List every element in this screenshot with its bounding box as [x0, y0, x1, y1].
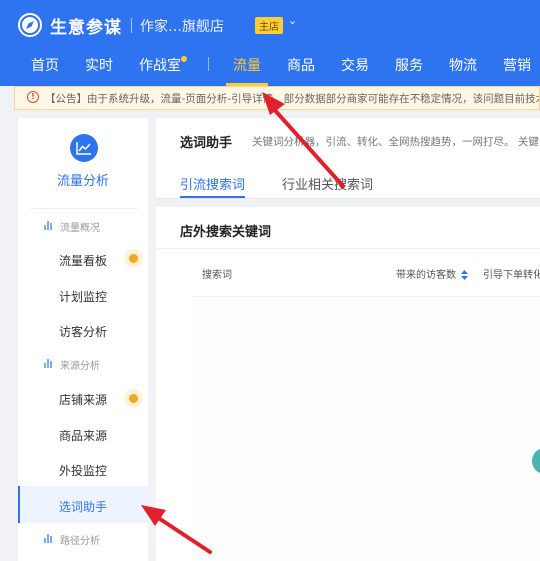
sidebar-item-visitor-analysis[interactable]: 访客分析	[59, 323, 107, 340]
sidebar-item-store-source[interactable]: 店铺来源	[59, 391, 107, 408]
nav-item-traffic[interactable]: 流量	[233, 55, 261, 75]
sidebar-item-dot	[124, 249, 143, 268]
sidebar-item-plan-monitor[interactable]: 计划监控	[59, 288, 107, 305]
nav-notification-dot	[181, 56, 187, 62]
sidebar-item-traffic-dashboard[interactable]: 流量看板	[59, 252, 107, 269]
chevron-down-icon[interactable]: ⌄	[288, 14, 297, 27]
sidebar-group-source-analysis: 来源分析	[60, 361, 100, 372]
line-chart-icon	[70, 134, 98, 162]
tab-industry-search-terms[interactable]: 行业相关搜索词	[282, 174, 373, 193]
top-header: 生意参谋 作家…旗舰店 主店 ⌄ 首页 实时 作战室 流量 商品 交易 服务 物…	[0, 0, 540, 86]
column-header-search-term[interactable]: 搜索词	[202, 266, 232, 281]
announcement-bar: ! 【公告】由于系统升级，流量-页面分析-引导详情，部分数据部分商家可能存在不稳…	[14, 86, 540, 110]
table-body	[192, 298, 540, 561]
section-divider	[156, 248, 540, 249]
brand-divider	[131, 18, 132, 33]
table-header-divider	[192, 296, 540, 297]
sidebar-item-product-source[interactable]: 商品来源	[59, 427, 107, 444]
compass-logo-icon[interactable]	[18, 13, 42, 37]
nav-item-home[interactable]: 首页	[31, 55, 59, 75]
main-panel: 选词助手 关键词分析器，引流、转化、全网热搜趋势，一网打尽。 关键词 引流搜索词…	[156, 118, 540, 561]
sort-icon[interactable]	[461, 270, 469, 280]
column-header-label: 带来的访客数	[396, 270, 456, 281]
bar-chart-icon	[44, 221, 53, 230]
nav-item-marketing[interactable]: 营销	[503, 55, 531, 75]
nav-item-logistics[interactable]: 物流	[449, 55, 477, 75]
sidebar-item-external-monitor[interactable]: 外投监控	[59, 462, 107, 479]
bar-chart-icon	[44, 359, 53, 368]
nav-item-products[interactable]: 商品	[287, 55, 315, 75]
warning-icon: !	[27, 91, 39, 103]
announcement-text[interactable]: 【公告】由于系统升级，流量-页面分析-引导详情，部分数据部分商家可能存在不稳定情…	[45, 91, 539, 106]
sidebar-title: 流量分析	[56, 174, 109, 189]
tab-traffic-search-terms[interactable]: 引流搜索词	[180, 174, 245, 193]
nav-item-war-room[interactable]: 作战室	[139, 55, 181, 75]
shop-badge: 主店	[255, 17, 283, 34]
nav-item-transactions[interactable]: 交易	[341, 55, 369, 75]
sidebar-divider	[30, 208, 138, 209]
page-description: 关键词分析器，引流、转化、全网热搜趋势，一网打尽。 关键词	[252, 136, 540, 148]
sidebar-item-label: 选词助手	[59, 500, 108, 514]
app-brand[interactable]: 生意参谋	[50, 13, 122, 38]
nav-divider	[208, 57, 209, 71]
sidebar-group-path-analysis: 路径分析	[60, 536, 100, 547]
sidebar: 流量分析 流量概况 流量看板 计划监控 访客分析 来源分析 店铺来源 商品来源 …	[18, 118, 148, 561]
shop-name[interactable]: 作家…旗舰店	[140, 16, 224, 36]
section-gap	[156, 199, 540, 207]
column-header-visitors[interactable]: 带来的访客数	[396, 266, 469, 281]
nav-item-service[interactable]: 服务	[395, 55, 423, 75]
sidebar-item-keyword-helper[interactable]: 选词助手	[18, 486, 148, 523]
page-title: 选词助手	[180, 136, 233, 151]
bar-chart-icon	[44, 534, 53, 543]
section-title: 店外搜索关键词	[180, 225, 272, 240]
column-header-conversion[interactable]: 引导下单转化	[483, 266, 540, 281]
sidebar-item-dot	[124, 389, 143, 408]
sidebar-group-traffic-overview: 流量概况	[60, 223, 100, 234]
nav-item-realtime[interactable]: 实时	[85, 55, 113, 75]
tab-active-indicator	[180, 196, 245, 198]
